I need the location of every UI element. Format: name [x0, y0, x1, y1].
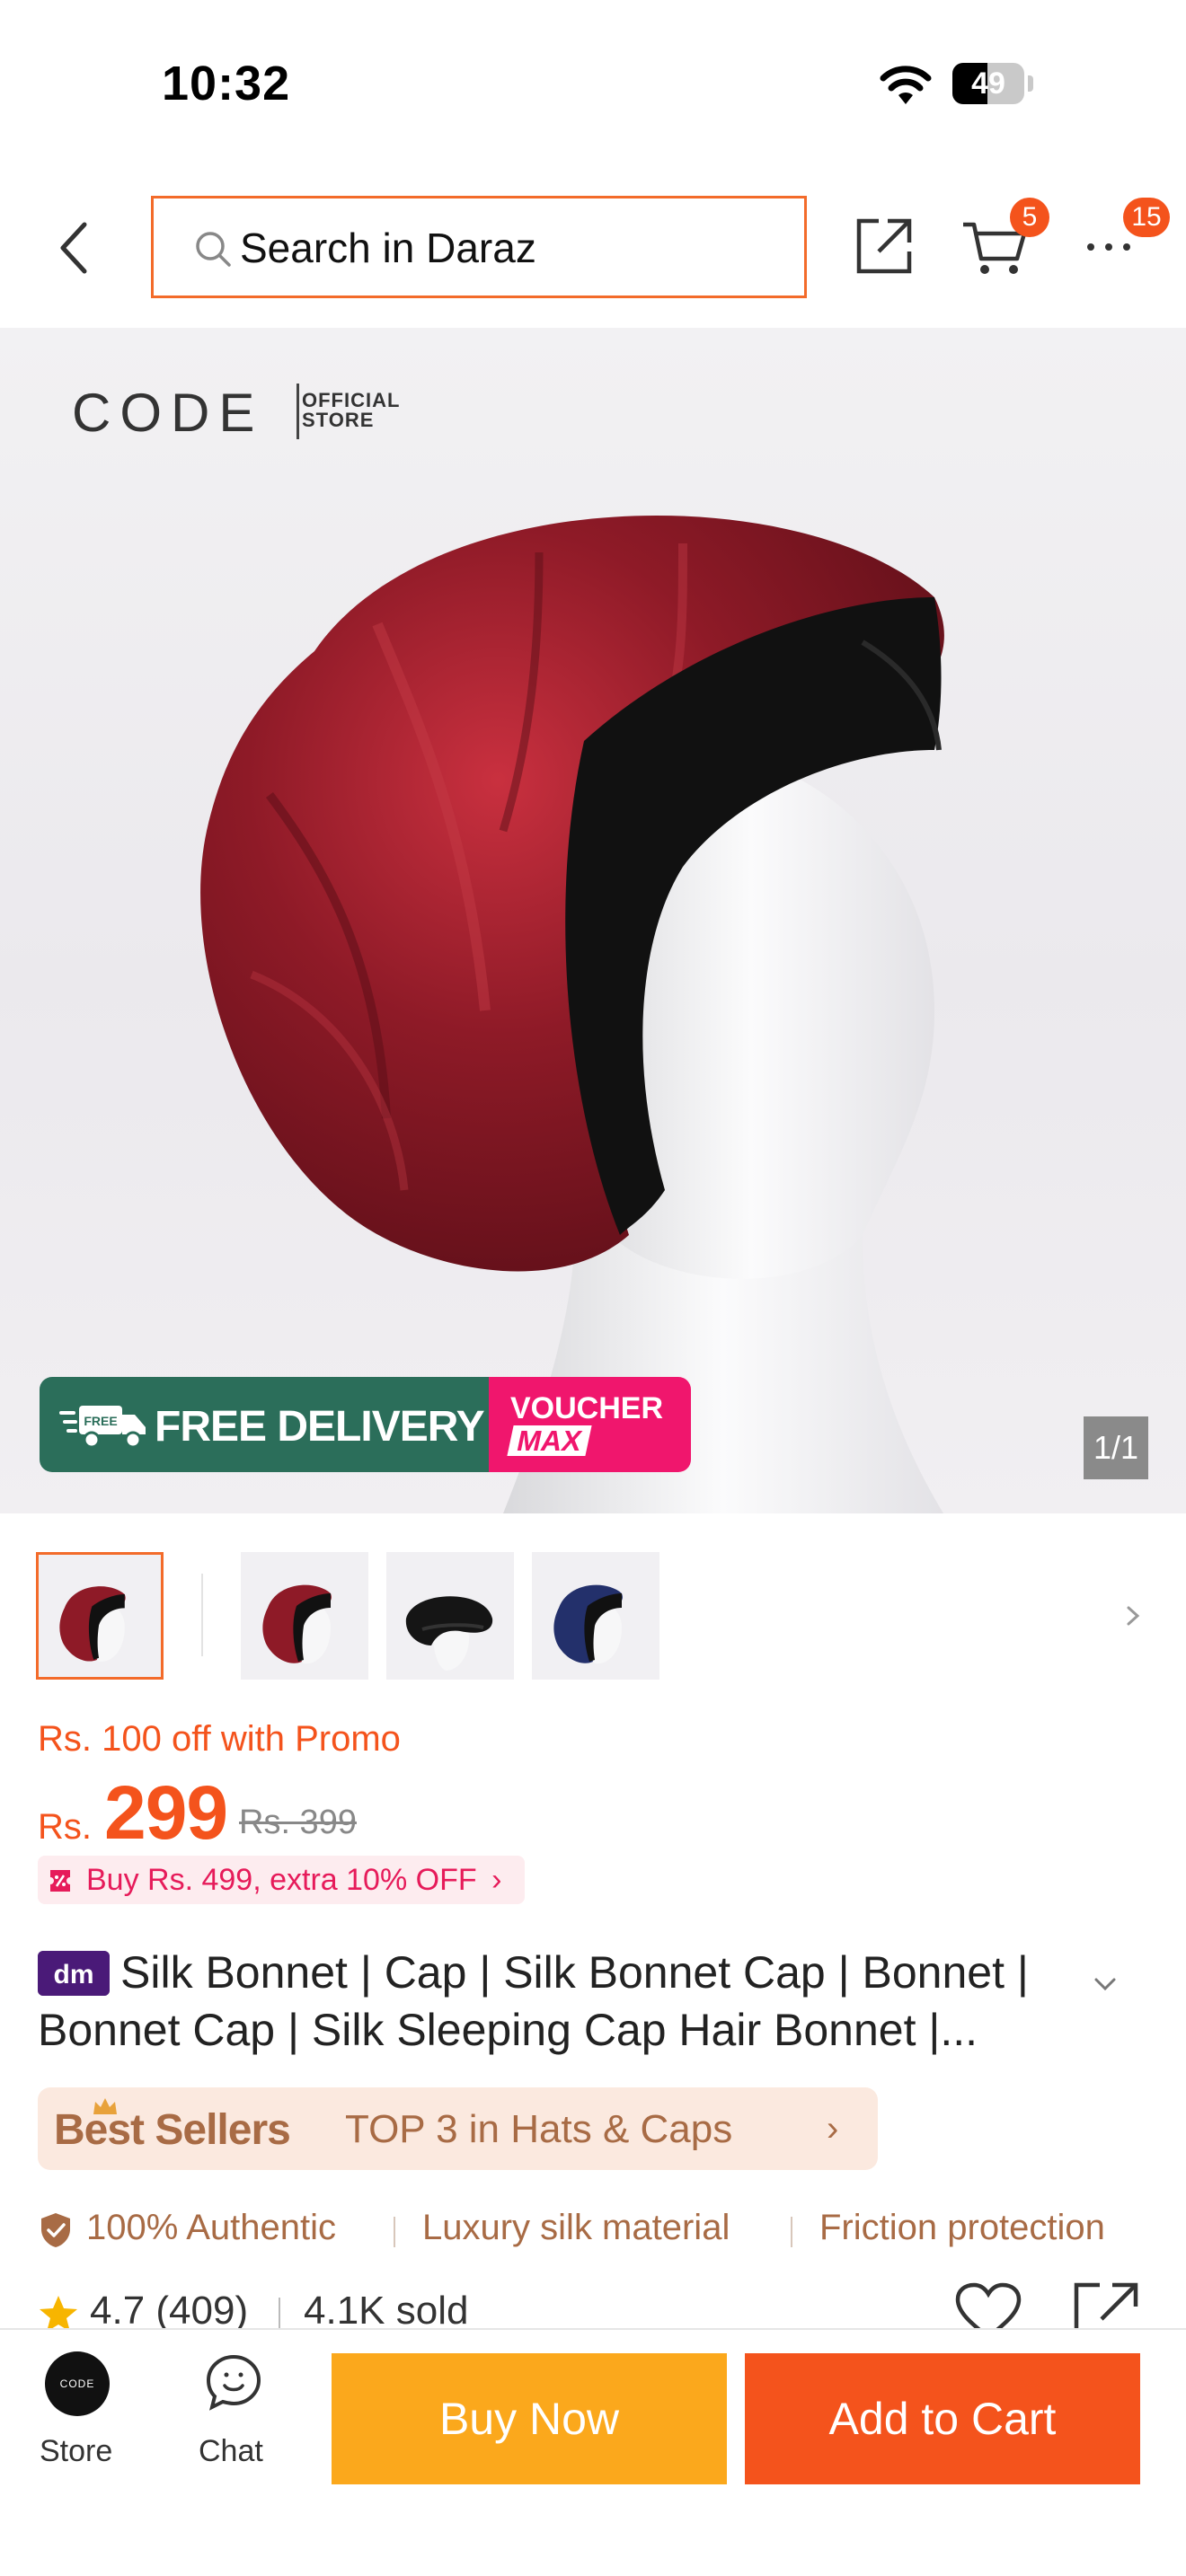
thumbnail-image — [262, 1584, 332, 1664]
best-seller-banner[interactable]: Best Sellers TOP 3 in Hats & Caps › — [38, 2087, 878, 2170]
voucher-icon — [50, 1870, 70, 1892]
store-avatar[interactable]: CODE — [45, 2351, 110, 2416]
brand-subtitle-line-1: OFFICIAL — [302, 389, 401, 411]
free-delivery-section: FREE FREE DELIVERY — [40, 1377, 489, 1472]
thumbnail-image — [59, 1586, 126, 1662]
brand-logo: CODE — [72, 383, 264, 443]
chevron-right-icon: › — [491, 1863, 502, 1897]
chevron-down-icon[interactable] — [1089, 1972, 1121, 1996]
brand-subtitle-line-2: STORE — [302, 409, 375, 431]
feature-authentic: 100% Authentic — [86, 2208, 336, 2247]
feature-protection: Friction protection — [819, 2208, 1105, 2247]
brand-divider — [296, 384, 299, 439]
wifi-icon — [880, 66, 932, 104]
truck-label: FREE — [84, 1414, 117, 1428]
chevron-right-icon: › — [827, 2109, 839, 2148]
best-seller-label: Best Sellers — [54, 2106, 291, 2154]
thumbnail-divider — [201, 1574, 203, 1656]
thumbnail-burgundy[interactable] — [241, 1552, 368, 1680]
thumbnail-navy[interactable] — [532, 1552, 659, 1680]
bonnet-photo — [200, 515, 944, 1513]
search-placeholder: Search in Daraz — [240, 225, 536, 271]
thumbnail-image — [553, 1584, 623, 1664]
brand-subtitle: OFFICIAL STORE — [302, 391, 400, 430]
free-delivery-label: FREE DELIVERY — [155, 1403, 485, 1451]
search-input[interactable]: Search in Daraz — [151, 196, 807, 298]
free-delivery-banner: FREE FREE DELIVERY VOUCHER MAX — [40, 1377, 691, 1472]
status-bar: 10:32 49 — [0, 0, 1186, 171]
more-icon[interactable] — [1082, 225, 1136, 269]
rating-score: 4.7 (409) — [90, 2289, 249, 2333]
shield-icon — [41, 2213, 70, 2247]
truck-icon: FREE — [59, 1406, 146, 1449]
best-seller-rank: TOP 3 in Hats & Caps — [345, 2107, 733, 2151]
share-icon[interactable] — [852, 214, 916, 278]
notification-badge: 15 — [1123, 198, 1170, 237]
back-arrow-icon[interactable] — [49, 216, 102, 280]
feature-divider — [791, 2217, 792, 2247]
battery-icon: 49 — [952, 63, 1033, 106]
image-counter: 1/1 — [1084, 1416, 1148, 1479]
feature-tags: 100% Authentic Luxury silk material Fric… — [38, 2202, 1186, 2256]
feature-material: Luxury silk material — [422, 2208, 730, 2247]
chevron-right-icon[interactable] — [1120, 1595, 1146, 1636]
chat-button[interactable]: Chat — [199, 2434, 263, 2469]
voucher-max-label: MAX — [507, 1425, 592, 1457]
cart-count-badge: 5 — [1010, 198, 1049, 237]
status-time: 10:32 — [162, 57, 291, 110]
search-icon — [196, 232, 231, 267]
add-to-cart-button[interactable]: Add to Cart — [745, 2353, 1140, 2484]
crown-icon — [93, 2098, 117, 2114]
product-image[interactable]: CODE OFFICIAL STORE FREE FREE DELIVERY V… — [0, 328, 1186, 1513]
store-button[interactable]: Store — [40, 2434, 112, 2469]
thumbnail-image — [405, 1596, 493, 1671]
extra-offer-tag[interactable]: Buy Rs. 499, extra 10% OFF › — [38, 1856, 526, 1904]
sold-count: 4.1K sold — [304, 2289, 469, 2333]
product-title: Silk Bonnet | Cap | Silk Bonnet Cap | Bo… — [38, 1947, 1029, 2055]
battery-level: 49 — [971, 66, 1005, 101]
voucher-max-section: VOUCHER MAX — [489, 1377, 691, 1472]
buy-now-button[interactable]: Buy Now — [332, 2353, 727, 2484]
thumbnail-burgundy-selected[interactable] — [36, 1552, 164, 1680]
feature-divider — [394, 2217, 395, 2247]
promo-text: Rs. 100 off with Promo — [38, 1719, 401, 1759]
thumbnail-black[interactable] — [386, 1552, 514, 1680]
bottom-action-bar: CODE Store Chat Buy Now Add to Cart — [0, 2328, 1186, 2576]
original-price: Rs. 399 — [239, 1804, 357, 1841]
price-currency: Rs. — [38, 1807, 92, 1847]
voucher-label: VOUCHER — [510, 1391, 664, 1425]
current-price: 299 — [104, 1770, 228, 1855]
chat-icon[interactable] — [201, 2350, 266, 2414]
extra-offer-text: Buy Rs. 499, extra 10% OFF — [86, 1863, 477, 1897]
